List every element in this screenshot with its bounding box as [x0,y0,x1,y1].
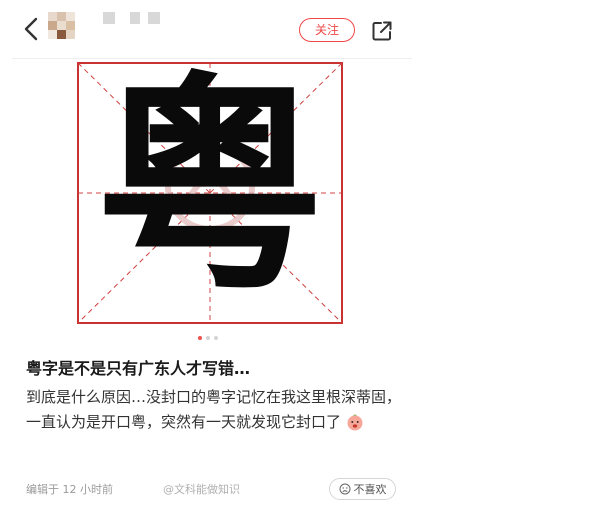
post-body-text: 到底是什么原因…没封口的粤字记忆在我这里根深蒂固，一直认为是开口粤，突然有一天就… [26,388,402,431]
carousel-dot[interactable] [206,336,210,340]
carousel-indicator [198,336,218,340]
top-bar: 关注 [0,0,412,58]
carousel-dot-active[interactable] [198,336,202,340]
avatar[interactable] [48,12,76,40]
carousel-dot[interactable] [214,336,218,340]
peach-face-emoji-icon [347,414,363,431]
post-body: 到底是什么原因…没封口的粤字记忆在我这里根深蒂固，一直认为是开口粤，突然有一天就… [26,385,406,435]
back-chevron-icon[interactable] [20,16,44,42]
character-image[interactable]: 粤 [77,62,343,324]
source-watermark: @文科能做知识 [163,483,240,496]
edited-time: 编辑于 12 小时前 [26,483,113,496]
follow-button[interactable]: 关注 [299,18,355,42]
dislike-label: 不喜欢 [353,483,387,496]
dislike-button[interactable]: 不喜欢 [329,478,396,500]
header-divider [12,58,412,59]
username-blurred [148,12,160,24]
sad-face-icon [339,483,350,495]
share-external-icon[interactable] [370,19,394,43]
character-glyph: 粤 [95,62,325,322]
username-blurred [130,12,140,24]
post-title: 粤字是不是只有广东人才写错… [26,359,251,378]
username-blurred [103,12,115,24]
